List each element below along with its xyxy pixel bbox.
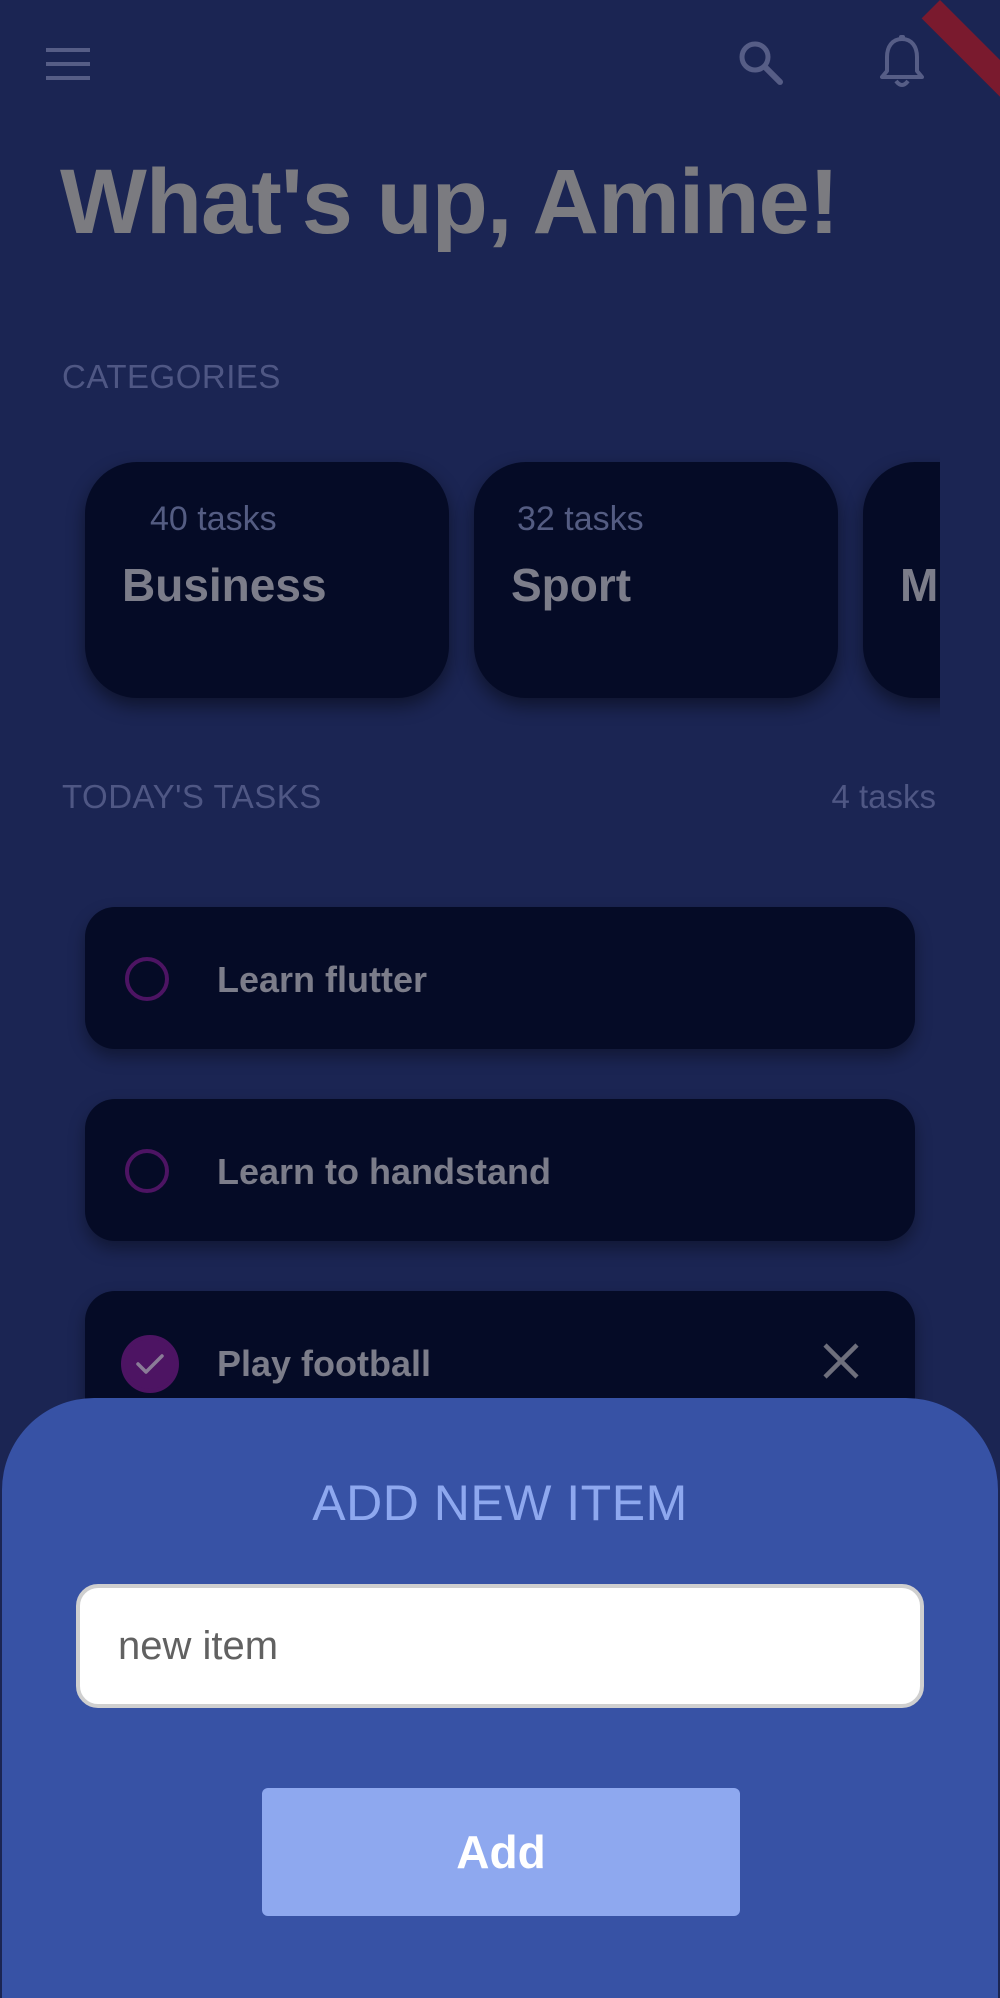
bell-icon[interactable] — [874, 32, 930, 92]
app-root: What's up, Amine! CATEGORIES 40 tasks Bu… — [0, 0, 1000, 1998]
category-name: Business — [122, 559, 327, 611]
new-item-input[interactable] — [76, 1584, 924, 1708]
debug-banner — [921, 0, 1000, 132]
menu-icon[interactable] — [40, 40, 96, 88]
task-checkbox[interactable] — [125, 957, 169, 1001]
task-checkbox[interactable] — [125, 1149, 169, 1193]
todays-tasks-label: TODAY'S TASKS — [62, 778, 322, 815]
close-icon[interactable] — [819, 1339, 863, 1383]
category-card-partial[interactable]: M — [863, 462, 940, 698]
task-label: Play football — [217, 1343, 432, 1384]
task-item[interactable]: Learn to handstand — [85, 1099, 915, 1241]
task-item[interactable]: Learn flutter — [85, 907, 915, 1049]
search-icon[interactable] — [732, 34, 788, 90]
category-count: 40 tasks — [150, 500, 277, 538]
category-card-sport[interactable]: 32 tasks Sport — [474, 462, 838, 698]
sheet-title: ADD NEW ITEM — [312, 1475, 688, 1531]
greeting-title: What's up, Amine! — [60, 151, 839, 253]
check-icon — [136, 1354, 164, 1374]
category-name: M — [900, 559, 939, 611]
categories-list[interactable]: 40 tasks Business 32 tasks Sport M — [60, 440, 940, 730]
task-label: Learn to handstand — [217, 1151, 552, 1192]
task-label: Learn flutter — [217, 959, 428, 1000]
category-card-business[interactable]: 40 tasks Business — [85, 462, 449, 698]
add-button[interactable]: Add — [262, 1788, 740, 1916]
categories-label: CATEGORIES — [62, 358, 281, 395]
category-name: Sport — [511, 559, 632, 611]
todays-task-count: 4 tasks — [831, 778, 936, 815]
task-checkbox-checked[interactable] — [121, 1335, 179, 1393]
category-count: 32 tasks — [517, 500, 644, 538]
add-item-sheet: ADD NEW ITEM Add — [2, 1398, 998, 1998]
